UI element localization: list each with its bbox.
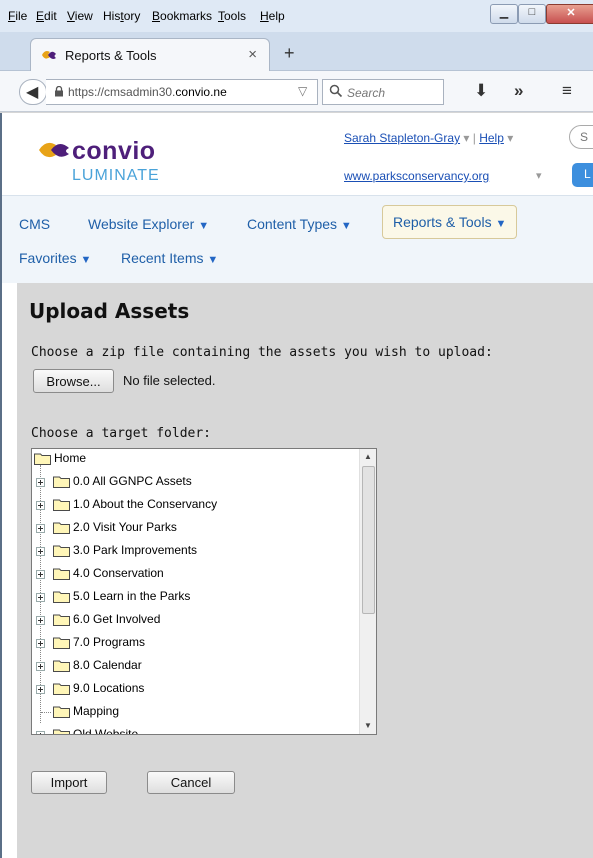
expand-plus-icon[interactable] [36,593,45,602]
menu-history[interactable]: History [103,9,140,23]
search-box[interactable]: Search [322,79,444,105]
nav-content-types[interactable]: Content Types ▼ [247,216,352,232]
expand-plus-icon[interactable] [36,524,45,533]
tab-strip: Reports & Tools × + [0,32,593,71]
cancel-button[interactable]: Cancel [147,771,235,794]
close-tab-icon[interactable]: × [248,46,257,63]
upload-assets-panel: Upload Assets Choose a zip file containi… [17,283,593,858]
site-dropdown-icon[interactable]: ▾ [536,169,542,182]
tab-title: Reports & Tools [65,48,157,63]
hamburger-menu-icon[interactable]: ≡ [562,81,572,101]
search-icon [329,84,343,98]
chevron-down-icon: ▼ [495,218,507,230]
overflow-chevron-icon[interactable]: » [514,81,523,101]
close-window-button[interactable]: ✕ [546,4,593,24]
url-dropdown-icon[interactable]: ▽ [298,84,307,98]
user-name-link[interactable]: Sarah Stapleton-Gray [344,131,460,145]
folder-icon [53,522,70,534]
folder-icon [53,568,70,580]
tree-root[interactable]: Home [32,449,360,472]
expand-plus-icon[interactable] [36,478,45,487]
expand-plus-icon[interactable] [36,731,45,734]
nav-recent-items[interactable]: Recent Items ▼ [121,250,218,266]
folder-prompt: Choose a target folder: [31,426,212,441]
convio-favicon-icon [42,51,56,59]
folder-tree[interactable]: Home 0.0 All GGNPC Assets 1.0 About the … [31,448,377,735]
convio-logo-icon [39,142,69,158]
folder-icon [34,453,51,465]
maximize-icon: □ [528,6,536,18]
scroll-thumb[interactable] [362,466,375,614]
folder-icon [53,476,70,488]
menu-view[interactable]: View [67,9,93,23]
lock-icon [55,86,63,97]
header-action-button[interactable]: L [572,163,593,187]
maximize-button[interactable]: □ [518,4,546,24]
chevron-down-icon: ▼ [80,254,92,266]
menu-edit[interactable]: Edit [36,9,57,23]
scroll-down-icon[interactable]: ▼ [364,721,372,730]
expand-plus-icon[interactable] [36,685,45,694]
menu-bookmarks[interactable]: Bookmarks [152,9,212,23]
zip-prompt: Choose a zip file containing the assets … [31,345,493,360]
nav-reports-tools[interactable]: Reports & Tools ▼ [382,205,518,239]
expand-plus-icon[interactable] [36,501,45,510]
nav-website-explorer[interactable]: Website Explorer ▼ [88,216,209,232]
menu-tools[interactable]: Tools [218,9,246,23]
url-bar[interactable]: https://cmsadmin30.convio.ne ▽ C [46,79,351,105]
folder-icon [53,729,70,734]
chevron-down-icon: ▼ [207,254,219,266]
user-links: Sarah Stapleton-Gray ▾ | Help ▾ [344,131,513,145]
url-text: https://cmsadmin30.convio.ne [68,85,227,99]
expand-plus-icon[interactable] [36,547,45,556]
minimize-button[interactable]: ▁ [490,4,518,24]
file-status: No file selected. [123,373,216,388]
help-dropdown-icon[interactable]: ▾ [507,131,513,145]
user-dropdown-icon[interactable]: ▾ | [463,131,479,145]
browser-window: File Edit View History Bookmarks Tools H… [0,0,593,858]
page-content: convio LUMINATE Sarah Stapleton-Gray ▾ |… [0,113,593,858]
close-icon: ✕ [566,7,576,19]
tree-connector [41,712,51,713]
download-icon[interactable]: ⬇ [474,81,488,101]
folder-icon [53,637,70,649]
folder-icon [53,614,70,626]
expand-plus-icon[interactable] [36,662,45,671]
folder-icon [53,499,70,511]
logo-convio: convio [72,137,156,165]
site-link[interactable]: www.parksconservancy.org [344,169,489,183]
menu-bar: File Edit View History Bookmarks Tools H… [0,0,593,32]
nav-cms[interactable]: CMS [19,216,50,232]
search-placeholder: Search [347,86,386,100]
site-header: convio LUMINATE Sarah Stapleton-Gray ▾ |… [2,113,593,195]
import-button[interactable]: Import [31,771,107,794]
page-title: Upload Assets [29,299,190,323]
chevron-down-icon: ▼ [198,220,210,232]
tree-scrollbar[interactable]: ▲ ▼ [359,449,376,734]
folder-icon [53,683,70,695]
folder-icon [53,660,70,672]
expand-plus-icon[interactable] [36,570,45,579]
tab-reports-tools[interactable]: Reports & Tools × [30,38,270,71]
cms-navigation: CMS Website Explorer ▼ Content Types ▼ R… [2,195,593,283]
header-search-input[interactable]: S [569,125,593,149]
logo-luminate: LUMINATE [72,167,160,184]
folder-icon [53,706,70,718]
folder-icon [53,545,70,557]
menu-file[interactable]: File [8,9,27,23]
browse-button[interactable]: Browse... [33,369,114,393]
scroll-up-icon[interactable]: ▲ [364,452,372,461]
help-link[interactable]: Help [479,131,504,145]
expand-plus-icon[interactable] [36,639,45,648]
expand-plus-icon[interactable] [36,616,45,625]
menu-help[interactable]: Help [260,9,285,23]
nav-favorites[interactable]: Favorites ▼ [19,250,91,266]
chevron-down-icon: ▼ [340,220,352,232]
back-button[interactable]: ◀ [19,79,47,105]
new-tab-button[interactable]: + [284,43,295,64]
back-arrow-icon: ◀ [26,84,39,101]
navigation-bar: ◀ https://cmsadmin30.convio.ne ▽ C Searc… [0,71,593,112]
folder-icon [53,591,70,603]
minimize-icon: ▁ [499,7,509,19]
